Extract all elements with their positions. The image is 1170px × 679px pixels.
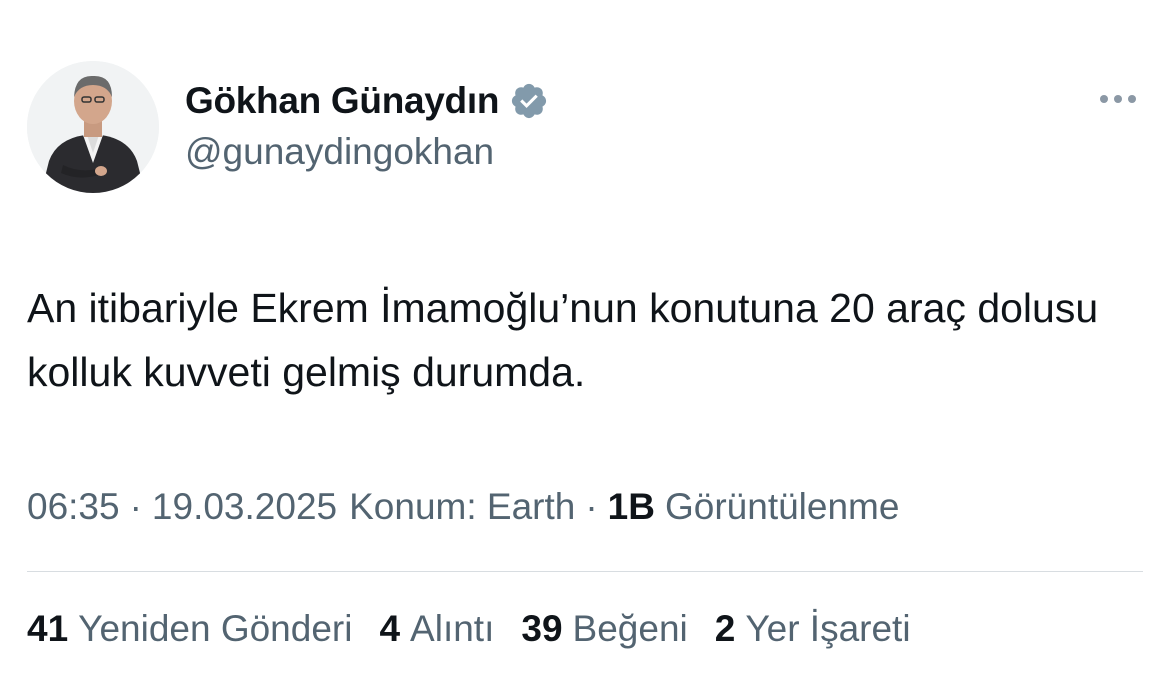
tweet-time[interactable]: 06:35	[27, 486, 120, 528]
avatar-photo	[27, 61, 159, 193]
author-display-name[interactable]: Gökhan Günaydın	[185, 80, 499, 122]
avatar[interactable]	[27, 61, 159, 193]
meta-separator: ·	[585, 486, 598, 527]
stat-likes[interactable]: 39 Beğeni	[521, 608, 687, 650]
stat-reposts[interactable]: 41 Yeniden Gönderi	[27, 608, 352, 650]
stat-count: 4	[379, 608, 401, 649]
stat-label: Yeniden Gönderi	[78, 608, 353, 649]
tweet-date[interactable]: 19.03.2025	[152, 486, 337, 528]
stat-bookmarks[interactable]: 2 Yer İşareti	[715, 608, 911, 650]
stat-label: Yer İşareti	[745, 608, 911, 649]
verified-badge-icon[interactable]	[509, 81, 549, 121]
divider	[27, 571, 1143, 572]
views-count: 1B	[607, 486, 655, 527]
stat-count: 39	[521, 608, 563, 649]
more-dot	[1114, 95, 1122, 103]
more-dot	[1100, 95, 1108, 103]
engagement-stats: 41 Yeniden Gönderi 4 Alıntı 39 Beğeni 2 …	[27, 608, 938, 650]
stat-quotes[interactable]: 4 Alıntı	[379, 608, 494, 650]
tweet-location: Konum: Earth	[349, 486, 576, 527]
tweet-meta: 06:35 · 19.03.2025 Konum: Earth · 1B Gör…	[27, 486, 899, 528]
more-dot	[1128, 95, 1136, 103]
author-name-row: Gökhan Günaydın	[185, 78, 549, 124]
stat-count: 41	[27, 608, 69, 649]
author-handle[interactable]: @gunaydingokhan	[185, 131, 494, 173]
tweet-text: An itibariyle Ekrem İmamoğlu’nun konutun…	[27, 285, 1099, 395]
views-label: Görüntülenme	[664, 486, 900, 527]
stat-count: 2	[714, 608, 736, 649]
stat-label: Beğeni	[572, 608, 688, 649]
more-options-icon[interactable]	[1092, 84, 1144, 114]
stat-label: Alıntı	[410, 608, 495, 649]
meta-separator: ·	[129, 486, 142, 527]
